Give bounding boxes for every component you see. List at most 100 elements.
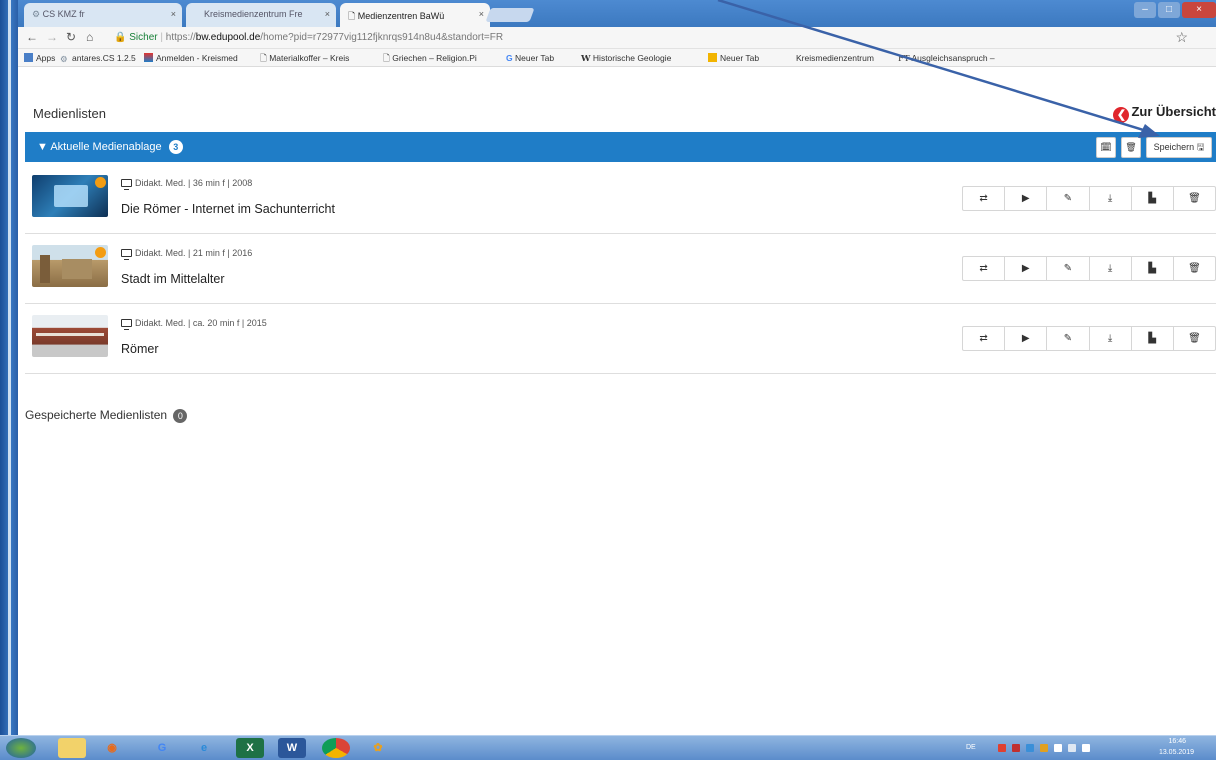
url-path: /home?pid=r72977vig112fjknrqs914n8u4&sta…: [260, 32, 504, 43]
close-icon[interactable]: ×: [325, 9, 330, 19]
media-title[interactable]: Stadt im Mittelalter: [121, 272, 225, 286]
media-thumbnail[interactable]: [32, 315, 108, 357]
trash-icon[interactable]: 🗑: [1174, 257, 1215, 280]
download-icon[interactable]: ⤓: [1090, 187, 1132, 210]
bookmark-label: Materialkoffer – Kreis: [269, 53, 350, 63]
language-indicator[interactable]: DE: [966, 744, 976, 751]
media-panel-header[interactable]: ▼ Aktuelle Medienablage 3 🗓 🗑 Speichern …: [25, 132, 1216, 162]
media-title[interactable]: Die Römer - Internet im Sachunterricht: [121, 202, 335, 216]
media-player-icon[interactable]: ◉: [98, 738, 126, 758]
tab-medienzentren-bawue[interactable]: 🗋 Medienzentren BaWü ×: [340, 3, 490, 27]
chrome-icon[interactable]: [322, 738, 350, 758]
forward-arrow-icon[interactable]: →: [46, 30, 58, 44]
saved-media-lists-heading[interactable]: Gespeicherte Medienlisten 0: [25, 408, 188, 423]
document-icon[interactable]: ▙: [1132, 327, 1174, 350]
media-actions: ⇄ ▶ ✎ ⤓ ▙ 🗑: [962, 326, 1216, 351]
tab-kreismedienzentrum[interactable]: Kreismedienzentrum Fre ×: [186, 3, 336, 27]
google-icon[interactable]: G: [148, 738, 176, 758]
edit-icon[interactable]: ✎: [1047, 187, 1090, 210]
edit-icon[interactable]: ✎: [1047, 257, 1090, 280]
bookmark-kreismedienzentrum[interactable]: Kreismedienzentrum: [796, 53, 874, 63]
tray-icon[interactable]: [1040, 744, 1048, 752]
volume-icon[interactable]: [1082, 744, 1090, 752]
trash-icon[interactable]: 🗑: [1174, 187, 1215, 210]
tray-icon[interactable]: [998, 744, 1006, 752]
bookmark-label: Griechen – Religion.Pi: [392, 53, 477, 63]
internet-explorer-icon[interactable]: e: [190, 738, 218, 758]
bookmark-materialkoffer[interactable]: 🗋 Materialkoffer – Kreis: [260, 53, 349, 67]
tray-icon[interactable]: [1026, 744, 1034, 752]
home-icon[interactable]: ⌂: [86, 30, 93, 44]
play-icon[interactable]: ▶: [1005, 257, 1048, 280]
trash-icon: 🗑: [1125, 142, 1137, 152]
bookmark-historische-geologie[interactable]: W Historische Geologie: [581, 53, 671, 64]
close-icon[interactable]: ×: [479, 9, 484, 19]
media-meta-text: Didakt. Med. | ca. 20 min f | 2015: [135, 318, 267, 328]
reload-icon[interactable]: ↻: [66, 30, 76, 44]
paint-icon[interactable]: ✿: [364, 738, 392, 758]
play-icon[interactable]: ▶: [1005, 327, 1048, 350]
save-button[interactable]: Speichern 🖫: [1146, 137, 1212, 158]
excel-icon[interactable]: X: [236, 738, 264, 758]
trash-icon[interactable]: 🗑: [1174, 327, 1215, 350]
download-icon[interactable]: ⤓: [1090, 327, 1132, 350]
document-icon[interactable]: ▙: [1132, 257, 1174, 280]
browser-tab-strip: ⚙ CS KMZ fr × Kreismedienzentrum Fre × 🗋…: [18, 0, 1216, 27]
screenshot-frame: ⚙ CS KMZ fr × Kreismedienzentrum Fre × 🗋…: [0, 0, 1216, 760]
page-title: Medienlisten: [33, 106, 106, 121]
flag-icon[interactable]: [1068, 744, 1076, 752]
folder-icon[interactable]: [58, 738, 86, 758]
bookmark-label: Neuer Tab: [515, 53, 555, 63]
swap-icon[interactable]: ⇄: [963, 257, 1006, 280]
swap-icon[interactable]: ⇄: [963, 327, 1006, 350]
media-thumbnail[interactable]: [32, 175, 108, 217]
bookmark-label: Ausgleichsanspruch –: [911, 53, 995, 63]
word-icon[interactable]: W: [278, 738, 306, 758]
lock-icon: 🔒: [114, 32, 127, 43]
calendar-icon: 🗓: [1100, 142, 1112, 152]
download-icon[interactable]: ⤓: [1090, 257, 1132, 280]
edit-icon[interactable]: ✎: [1047, 327, 1090, 350]
bookmark-label: Historische Geologie: [592, 53, 672, 63]
bookmark-label: Kreismedienzentrum: [796, 53, 874, 63]
close-window-button[interactable]: ×: [1182, 2, 1216, 18]
media-row: Didakt. Med. | ca. 20 min f | 2015 Römer…: [25, 306, 1216, 374]
bookmark-neuer-tab[interactable]: Neuer Tab: [708, 53, 759, 63]
minimize-button[interactable]: ‒: [1134, 2, 1156, 18]
tray-icon[interactable]: [1012, 744, 1020, 752]
back-to-overview-link[interactable]: ❮ Zur Übersicht: [1113, 104, 1216, 123]
panel-title[interactable]: ▼ Aktuelle Medienablage 3: [37, 140, 183, 154]
bookmark-star-icon[interactable]: ☆: [1175, 29, 1188, 46]
bookmark-anmelden[interactable]: Anmelden - Kreismed: [144, 53, 238, 63]
calendar-button[interactable]: 🗓: [1096, 137, 1116, 158]
url-field[interactable]: 🔒 Sicher | https://bw.edupool.de/home?pi…: [114, 30, 1164, 46]
start-button[interactable]: [6, 738, 36, 758]
close-icon[interactable]: ×: [171, 9, 176, 19]
play-icon[interactable]: ▶: [1005, 187, 1048, 210]
gear-icon: ⚙: [32, 9, 41, 19]
media-title[interactable]: Römer: [121, 342, 159, 356]
media-thumbnail[interactable]: [32, 245, 108, 287]
floppy-disk-icon: 🖫: [1196, 142, 1205, 152]
bookmark-griechen[interactable]: 🗋 Griechen – Religion.Pi: [383, 53, 477, 67]
bookmark-apps[interactable]: Apps: [24, 53, 55, 63]
bookmark-ausgleichsanspruch[interactable]: FT Ausgleichsanspruch –: [898, 53, 995, 64]
network-icon[interactable]: [1054, 744, 1062, 752]
bookmark-antares[interactable]: ⚙ antares.CS 1.2.5: [60, 53, 136, 64]
swap-icon[interactable]: ⇄: [963, 187, 1006, 210]
google-icon: G: [506, 53, 513, 63]
url-scheme: https://: [165, 32, 196, 43]
new-tab-button[interactable]: [485, 8, 535, 22]
bookmark-neuer-tab-google[interactable]: G Neuer Tab: [506, 53, 554, 63]
bookmark-label: Apps: [36, 53, 56, 63]
back-arrow-icon[interactable]: ←: [26, 30, 38, 44]
document-icon[interactable]: ▙: [1132, 187, 1174, 210]
tab-cs-kmz[interactable]: ⚙ CS KMZ fr ×: [24, 3, 182, 27]
maximize-button[interactable]: □: [1158, 2, 1180, 18]
monitor-icon: [121, 319, 132, 330]
clock-time[interactable]: 16:46: [1168, 738, 1186, 745]
caret-down-icon: ▼: [37, 141, 48, 153]
clock-date[interactable]: 13.05.2019: [1159, 749, 1194, 756]
panel-title-label: Aktuelle Medienablage: [50, 141, 162, 153]
delete-all-button[interactable]: 🗑: [1121, 137, 1141, 158]
